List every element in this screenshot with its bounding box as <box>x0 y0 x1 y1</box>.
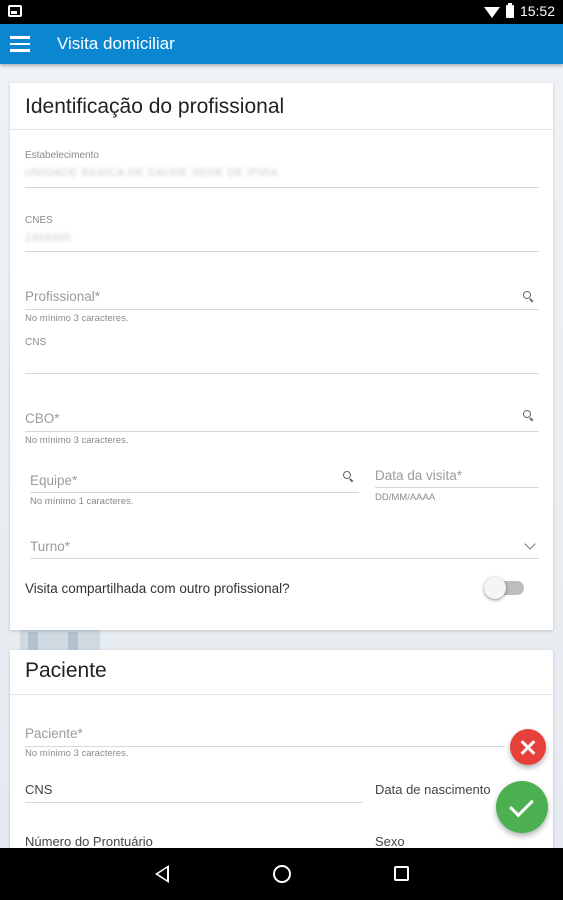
profissional-field[interactable]: Profissional* No mínimo 3 caracteres. <box>25 288 539 328</box>
prontuario-label: Número do Prontuário <box>25 834 153 849</box>
field-label: Paciente* <box>25 726 83 741</box>
save-button[interactable] <box>496 781 548 833</box>
app-title: Visita domiciliar <box>57 34 175 53</box>
professional-card: Identificação do profissional Estabeleci… <box>10 83 553 630</box>
search-icon[interactable] <box>343 471 351 479</box>
field-underline <box>375 487 539 488</box>
status-time: 15:52 <box>519 3 555 19</box>
card-title: Paciente <box>25 659 107 682</box>
field-label: CNES <box>25 215 53 226</box>
field-label: CBO* <box>25 411 60 426</box>
field-label: Data de nascimento <box>375 782 491 797</box>
field-underline <box>25 373 539 374</box>
paciente-field[interactable]: Paciente* No mínimo 3 caracteres. <box>25 725 505 761</box>
status-bar: 15:52 <box>0 0 563 24</box>
patient-cns-field[interactable]: CNS <box>25 782 363 806</box>
turno-select[interactable]: Turno* <box>30 538 539 561</box>
field-helper: No mínimo 3 caracteres. <box>25 435 129 446</box>
search-icon[interactable] <box>523 291 531 299</box>
field-underline <box>25 251 539 252</box>
equipe-field[interactable]: Equipe* No mínimo 1 caracteres. <box>30 471 359 511</box>
battery-icon <box>505 2 514 18</box>
data-visita-field[interactable]: Data da visita* DD/MM/AAAA <box>375 468 539 508</box>
home-icon[interactable] <box>273 865 291 883</box>
field-label: Equipe* <box>30 473 78 488</box>
data-nascimento-field[interactable]: Data de nascimento <box>375 782 505 806</box>
field-underline <box>25 746 505 747</box>
field-helper: DD/MM/AAAA <box>375 492 436 503</box>
compartilhada-toggle[interactable] <box>484 575 528 599</box>
app-bar: Visita domiciliar <box>0 24 563 64</box>
estabelecimento-field[interactable]: Estabelecimento UNIDADE BASICA DE SAUDE … <box>25 150 539 190</box>
field-value: 2469405 <box>25 232 72 244</box>
field-underline <box>30 492 359 493</box>
field-helper: No mínimo 3 caracteres. <box>25 748 129 759</box>
field-underline <box>25 802 363 803</box>
card-title: Identificação do profissional <box>25 95 285 118</box>
chevron-down-icon <box>524 538 536 550</box>
field-label: Data da visita* <box>375 468 463 483</box>
field-label: CNS <box>25 337 47 348</box>
compartilhada-label: Visita compartilhada com outro profissio… <box>25 581 290 596</box>
field-underline <box>25 187 539 188</box>
patient-card: Paciente Paciente* No mínimo 3 caractere… <box>10 650 553 870</box>
menu-icon[interactable] <box>10 36 30 52</box>
wifi-icon <box>483 6 500 18</box>
system-nav-bar <box>0 848 563 900</box>
field-label: Profissional* <box>25 289 101 304</box>
divider <box>10 129 553 130</box>
field-value: UNIDADE BASICA DE SAUDE SEDE DE IPIRA <box>25 167 279 179</box>
field-underline <box>25 309 539 310</box>
cancel-button[interactable] <box>510 729 546 765</box>
cns-field[interactable]: CNS <box>25 337 539 377</box>
notification-icon <box>8 5 22 17</box>
search-icon[interactable] <box>523 410 531 418</box>
field-underline <box>25 431 539 432</box>
cbo-field[interactable]: CBO* No mínimo 3 caracteres. <box>25 410 539 450</box>
divider <box>10 694 553 695</box>
cnes-field[interactable]: CNES 2469405 <box>25 215 539 255</box>
field-helper: No mínimo 1 caracteres. <box>30 496 134 507</box>
field-label: Turno* <box>30 539 71 554</box>
back-icon[interactable] <box>155 865 169 883</box>
field-underline <box>30 558 539 559</box>
field-label: Estabelecimento <box>25 150 99 161</box>
field-label: CNS <box>25 782 53 797</box>
recent-apps-icon[interactable] <box>394 866 409 881</box>
field-helper: No mínimo 3 caracteres. <box>25 313 129 324</box>
sexo-label: Sexo <box>375 834 405 849</box>
